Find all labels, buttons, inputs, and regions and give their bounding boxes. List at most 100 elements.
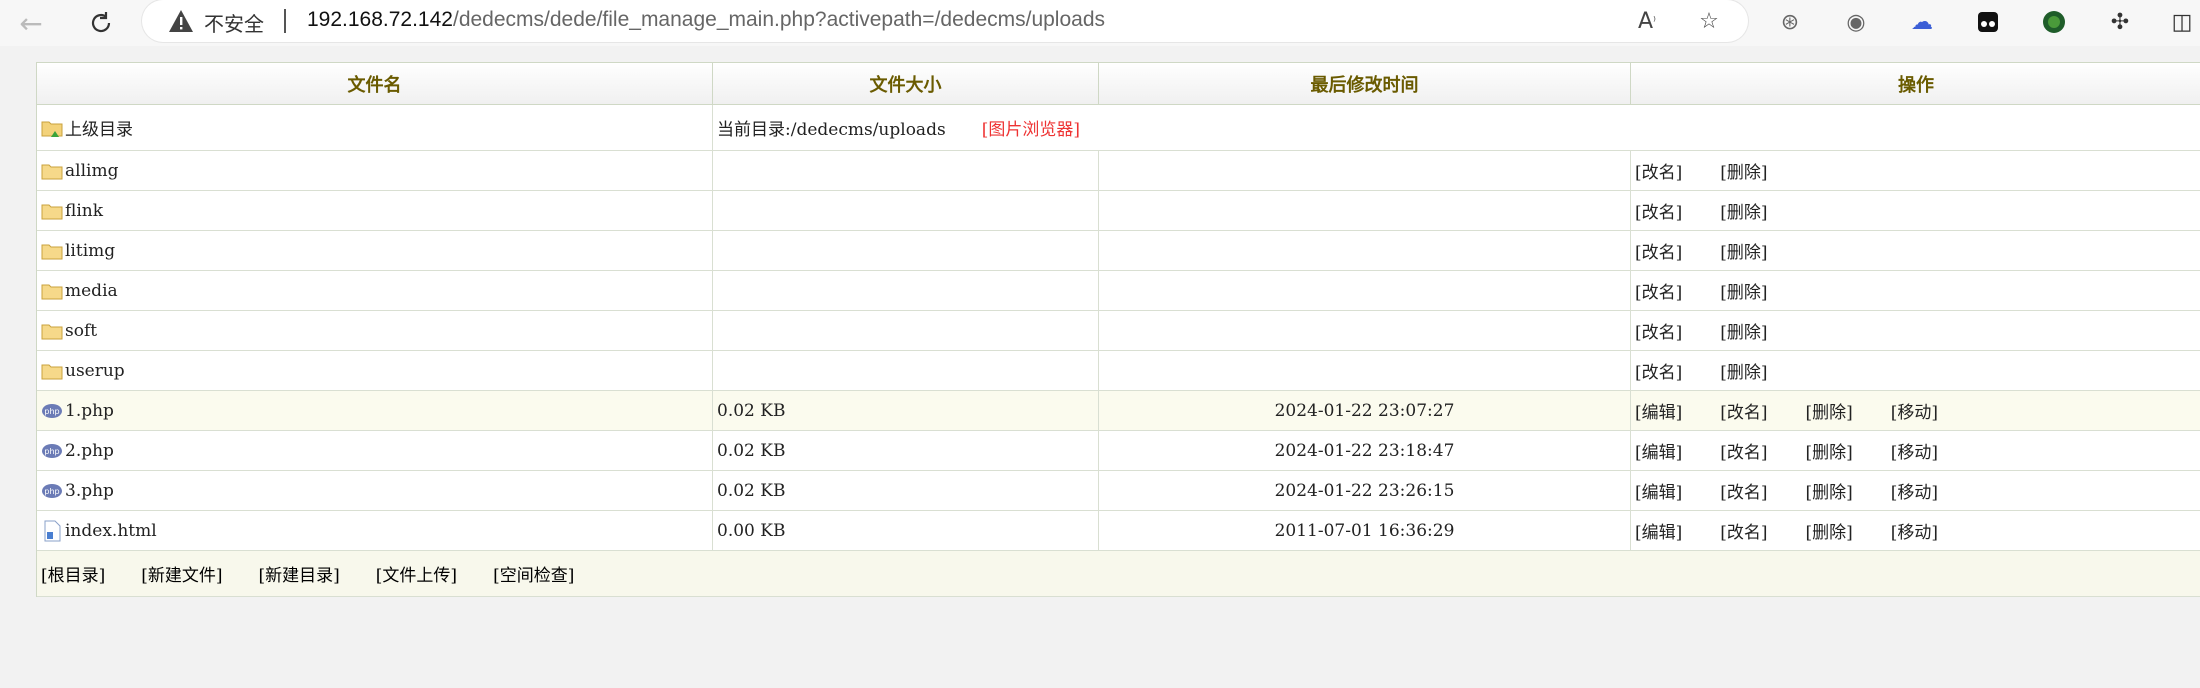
move-link[interactable]: [移动] (1891, 518, 1938, 543)
root-directory-link[interactable]: [根目录] (41, 561, 105, 586)
cloud-icon[interactable]: ☁ (1908, 8, 1936, 36)
move-link[interactable]: [移动] (1891, 478, 1938, 503)
file-mtime: 2011-07-01 16:36:29 (1274, 520, 1455, 541)
extension-green-icon[interactable] (2040, 8, 2068, 36)
url-path: /dedecms/dede/file_manage_main.php?activ… (452, 8, 1106, 31)
url-host: 192.168.72.142 (307, 8, 453, 31)
move-link[interactable]: [移动] (1891, 438, 1938, 463)
folder-link[interactable]: litimg (37, 231, 713, 270)
file-name: 2.php (65, 440, 114, 461)
file-size: 0.02 KB (717, 440, 786, 461)
delete-link[interactable]: [删除] (1720, 238, 1767, 263)
delete-link[interactable]: [删除] (1720, 158, 1767, 183)
extensions-puzzle-icon[interactable]: ✣ (2106, 8, 2134, 36)
warning-icon[interactable] (168, 8, 194, 34)
file-mtime: 2024-01-22 23:18:47 (1274, 440, 1455, 461)
folder-link[interactable]: media (37, 271, 713, 310)
space-check-link[interactable]: [空间检查] (493, 561, 574, 586)
delete-link[interactable]: [删除] (1806, 398, 1853, 423)
folder-icon (41, 204, 63, 219)
upload-file-link[interactable]: [文件上传] (376, 561, 457, 586)
mtime-cell: 2011-07-01 16:36:29 (1099, 511, 1631, 550)
folder-icon (41, 364, 63, 379)
favorite-star-icon[interactable]: ☆ (1694, 6, 1724, 36)
read-aloud-icon[interactable]: A ⁾ (1632, 6, 1662, 36)
delete-link[interactable]: [删除] (1720, 198, 1767, 223)
edit-link[interactable]: [编辑] (1635, 478, 1682, 503)
delete-link[interactable]: [删除] (1720, 358, 1767, 383)
php-file-icon: php (42, 403, 62, 418)
delete-link[interactable]: [删除] (1806, 518, 1853, 543)
folder-name: soft (65, 320, 98, 341)
rename-link[interactable]: [改名] (1635, 198, 1682, 223)
edit-link[interactable]: [编辑] (1635, 398, 1682, 423)
rename-link[interactable]: [改名] (1720, 438, 1767, 463)
split-screen-icon[interactable]: ◫ (2168, 8, 2196, 36)
rename-link[interactable]: [改名] (1720, 518, 1767, 543)
table-row: index.html 0.00 KB 2011-07-01 16:36:29 [… (37, 511, 2200, 551)
new-directory-link[interactable]: [新建目录] (259, 561, 340, 586)
table-row: litimg [改名] [删除] (37, 231, 2200, 271)
folder-link[interactable]: soft (37, 311, 713, 350)
file-name: 3.php (65, 480, 114, 501)
file-link[interactable]: php 3.php (37, 471, 713, 510)
table-row: allimg [改名] [删除] (37, 151, 2200, 191)
parent-directory-link[interactable]: 上级目录 (37, 105, 713, 150)
parent-directory-row: 上级目录 当前目录:/dedecms/uploads [图片浏览器] (37, 105, 2200, 151)
size-cell: 0.02 KB (713, 431, 1099, 470)
svg-text:php: php (44, 447, 59, 456)
folder-name: userup (65, 360, 125, 381)
folder-link[interactable]: flink (37, 191, 713, 230)
file-link[interactable]: php 1.php (37, 391, 713, 430)
new-file-link[interactable]: [新建文件] (141, 561, 222, 586)
column-header-filesize: 文件大小 (713, 63, 1099, 105)
file-manager-table: 文件名 文件大小 最后修改时间 操作 上级目录 当前目录:/dedecms/up… (36, 62, 2200, 597)
size-cell (713, 231, 1099, 270)
image-browser-link[interactable]: [图片浏览器] (982, 115, 1080, 140)
file-link[interactable]: php 2.php (37, 431, 713, 470)
table-row: userup [改名] [删除] (37, 351, 2200, 391)
insecure-label[interactable]: 不安全 (204, 8, 264, 37)
folder-icon (41, 244, 63, 259)
rename-link[interactable]: [改名] (1635, 278, 1682, 303)
table-row: php 2.php 0.02 KB 2024-01-22 23:18:47 [编辑… (37, 431, 2200, 471)
extension-grid-icon[interactable]: ⊛ (1776, 8, 1804, 36)
rename-link[interactable]: [改名] (1720, 398, 1767, 423)
actions-cell: [改名] [删除] (1631, 231, 2200, 270)
folder-icon (41, 284, 63, 299)
extension-dark-icon[interactable] (1974, 8, 2002, 36)
table-row: php 3.php 0.02 KB 2024-01-22 23:26:15 [编辑… (37, 471, 2200, 511)
size-cell (713, 151, 1099, 190)
rename-link[interactable]: [改名] (1635, 238, 1682, 263)
folder-link[interactable]: allimg (37, 151, 713, 190)
rename-link[interactable]: [改名] (1635, 318, 1682, 343)
delete-link[interactable]: [删除] (1806, 438, 1853, 463)
move-link[interactable]: [移动] (1891, 398, 1938, 423)
rename-link[interactable]: [改名] (1720, 478, 1767, 503)
mtime-cell: 2024-01-22 23:26:15 (1099, 471, 1631, 510)
folder-up-icon (41, 121, 63, 137)
file-link[interactable]: index.html (37, 511, 713, 550)
mtime-cell (1099, 351, 1631, 390)
table-row: php 1.php 0.02 KB 2024-01-22 23:07:27 [编辑… (37, 391, 2200, 431)
folder-link[interactable]: userup (37, 351, 713, 390)
actions-cell: [改名] [删除] (1631, 351, 2200, 390)
extension-globe-icon[interactable]: ◉ (1842, 8, 1870, 36)
back-arrow-icon[interactable]: ← (14, 6, 48, 40)
size-cell: 0.02 KB (713, 471, 1099, 510)
delete-link[interactable]: [删除] (1720, 318, 1767, 343)
rename-link[interactable]: [改名] (1635, 158, 1682, 183)
mtime-cell (1099, 271, 1631, 310)
edit-link[interactable]: [编辑] (1635, 518, 1682, 543)
delete-link[interactable]: [删除] (1806, 478, 1853, 503)
address-bar[interactable]: 不安全 192.168.72.142/dedecms/dede/file_man… (142, 0, 1748, 42)
edit-link[interactable]: [编辑] (1635, 438, 1682, 463)
footer-toolbar: [根目录] [新建文件] [新建目录] [文件上传] [空间检查] (37, 551, 2200, 597)
rename-link[interactable]: [改名] (1635, 358, 1682, 383)
delete-link[interactable]: [删除] (1720, 278, 1767, 303)
reload-icon[interactable] (84, 6, 118, 40)
url-text[interactable]: 192.168.72.142/dedecms/dede/file_manage_… (307, 8, 1105, 32)
folder-name: allimg (65, 160, 119, 181)
mtime-cell (1099, 191, 1631, 230)
file-mtime: 2024-01-22 23:07:27 (1274, 400, 1455, 421)
